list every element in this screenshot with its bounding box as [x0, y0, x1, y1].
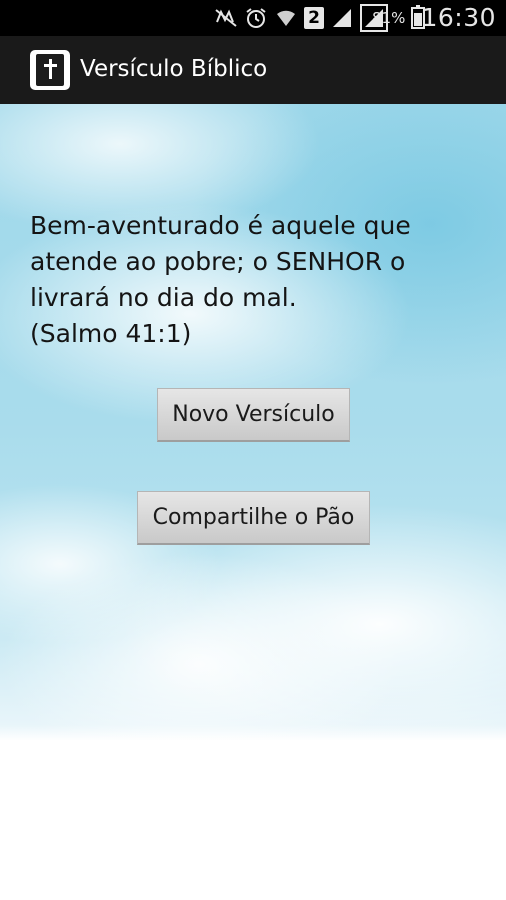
signal-icon — [330, 6, 354, 30]
alarm-icon — [244, 6, 268, 30]
new-verse-button[interactable]: Novo Versículo — [157, 388, 350, 442]
status-bar: 2 81% 16:30 — [0, 0, 506, 36]
verse-text: Bem-aventurado é aquele que atende ao po… — [30, 211, 411, 312]
app-title: Versículo Bíblico — [80, 56, 268, 82]
action-bar: Versículo Bíblico — [0, 36, 506, 105]
status-icons: 2 — [214, 4, 388, 32]
status-clock: 16:30 — [421, 3, 496, 32]
share-button[interactable]: Compartilhe o Pão — [137, 491, 370, 545]
sim-2-icon: 2 — [304, 7, 324, 29]
main-content: Bem-aventurado é aquele que atende ao po… — [0, 104, 506, 900]
mute-icon — [214, 6, 238, 30]
wifi-icon — [274, 6, 298, 30]
sim-badge: 2 — [308, 8, 320, 28]
bible-icon[interactable] — [30, 50, 70, 90]
verse-reference: (Salmo 41:1) — [30, 319, 192, 348]
battery-percent: 81% — [372, 9, 406, 27]
verse-block: Bem-aventurado é aquele que atende ao po… — [30, 208, 470, 352]
